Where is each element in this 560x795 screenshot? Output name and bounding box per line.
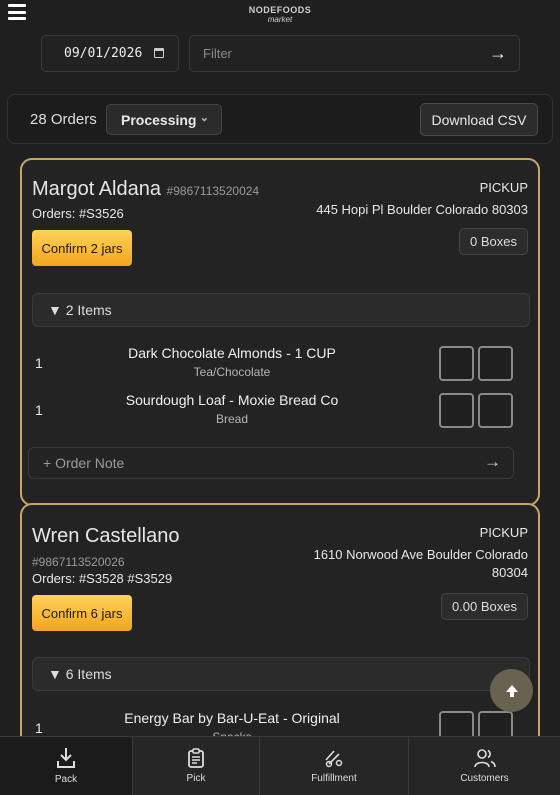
items-toggle[interactable]: ▼ 6 Items	[32, 657, 530, 691]
clipboard-icon	[188, 748, 204, 768]
boxes-button[interactable]: 0.00 Boxes	[440, 593, 528, 620]
nav-fulfillment[interactable]: Fulfillment	[260, 737, 409, 795]
address: 1610 Norwood Ave Boulder Colorado 80304	[314, 546, 528, 582]
arrow-right-icon: →	[484, 452, 501, 471]
filter-placeholder: Filter	[203, 46, 232, 61]
item-qty: 1	[35, 402, 43, 418]
nav-customers[interactable]: Customers	[409, 737, 560, 795]
arrow-right-icon[interactable]: →	[489, 43, 507, 64]
fulfillment-method: PICKUP	[479, 525, 528, 540]
bottom-nav: Pack Pick Fulfillment Customers	[0, 736, 560, 795]
fulfillment-method: PICKUP	[479, 180, 528, 195]
calendar-icon[interactable]	[154, 48, 164, 58]
nav-fulfillment-label: Fulfillment	[311, 773, 357, 784]
orders-count: 28 Orders	[30, 111, 97, 128]
status-value: Processing	[121, 111, 197, 128]
nav-pack[interactable]: Pack	[0, 737, 133, 795]
date-input[interactable]: 09/01/2026	[41, 35, 179, 72]
list-item: 1 Sourdough Loaf - Moxie Bread Co Bread	[32, 390, 530, 432]
boxes-button[interactable]: 0 Boxes	[459, 228, 528, 255]
top-bar: NODEFOODS market	[0, 0, 560, 30]
order-card: Margot Aldana #9867113520024 Orders: #S3…	[20, 158, 540, 506]
address-line-2: 80304	[491, 565, 528, 580]
address-line-1: 1610 Norwood Ave Boulder Colorado	[313, 547, 528, 562]
customer-id: #9867113520024	[166, 184, 260, 198]
item-checkbox[interactable]	[439, 346, 474, 381]
arrow-up-icon	[505, 684, 518, 697]
item-category: Tea/Chocolate	[193, 365, 271, 379]
order-numbers: Orders: #S3528 #S3529	[32, 571, 173, 586]
item-qty: 1	[35, 720, 43, 736]
customer-name-text: Margot Aldana	[32, 178, 161, 200]
customer-name: Wren Castellano	[32, 525, 180, 547]
item-checkbox[interactable]	[478, 393, 513, 428]
chevron-down-icon: ⌄	[199, 112, 209, 124]
users-icon	[473, 749, 496, 768]
list-item: 1 Dark Chocolate Almonds - 1 CUP Tea/Cho…	[32, 343, 530, 385]
item-qty: 1	[35, 355, 43, 371]
download-tray-icon	[57, 748, 75, 768]
address: 445 Hopi Pl Boulder Colorado 80303	[316, 202, 528, 217]
status-select[interactable]: Processing ⌄	[106, 104, 222, 135]
orders-toolbar: 28 Orders Processing ⌄ Download CSV	[7, 94, 553, 144]
nav-pack-label: Pack	[54, 774, 78, 785]
filter-input[interactable]: Filter →	[189, 35, 520, 72]
item-category: Bread	[215, 412, 249, 426]
cart-icon	[325, 750, 343, 768]
item-name: Dark Chocolate Almonds - 1 CUP	[128, 345, 336, 361]
order-note-button[interactable]: + Order Note →	[28, 447, 514, 479]
nav-customers-label: Customers	[460, 773, 509, 784]
app-logo: NODEFOODS market	[248, 5, 312, 25]
customer-name: Margot Aldana #9867113520024	[32, 178, 259, 201]
scroll-to-top-button[interactable]	[490, 669, 533, 712]
confirm-jars-button[interactable]: Confirm 2 jars	[32, 230, 132, 266]
nav-pick[interactable]: Pick	[133, 737, 260, 795]
customer-id: #9867113520026	[32, 555, 125, 569]
item-name: Sourdough Loaf - Moxie Bread Co	[125, 392, 339, 408]
item-name: Energy Bar by Bar-U-Eat - Original	[124, 710, 340, 726]
item-checkbox[interactable]	[439, 393, 474, 428]
nav-pick-label: Pick	[186, 773, 206, 784]
items-toggle[interactable]: ▼ 2 Items	[32, 293, 530, 327]
order-note-label: + Order Note	[43, 455, 125, 471]
confirm-jars-button[interactable]: Confirm 6 jars	[32, 595, 132, 631]
date-value: 09/01/2026	[64, 46, 143, 61]
download-csv-button[interactable]: Download CSV	[420, 103, 538, 136]
item-checkbox[interactable]	[478, 346, 513, 381]
order-numbers: Orders: #S3526	[32, 206, 124, 221]
